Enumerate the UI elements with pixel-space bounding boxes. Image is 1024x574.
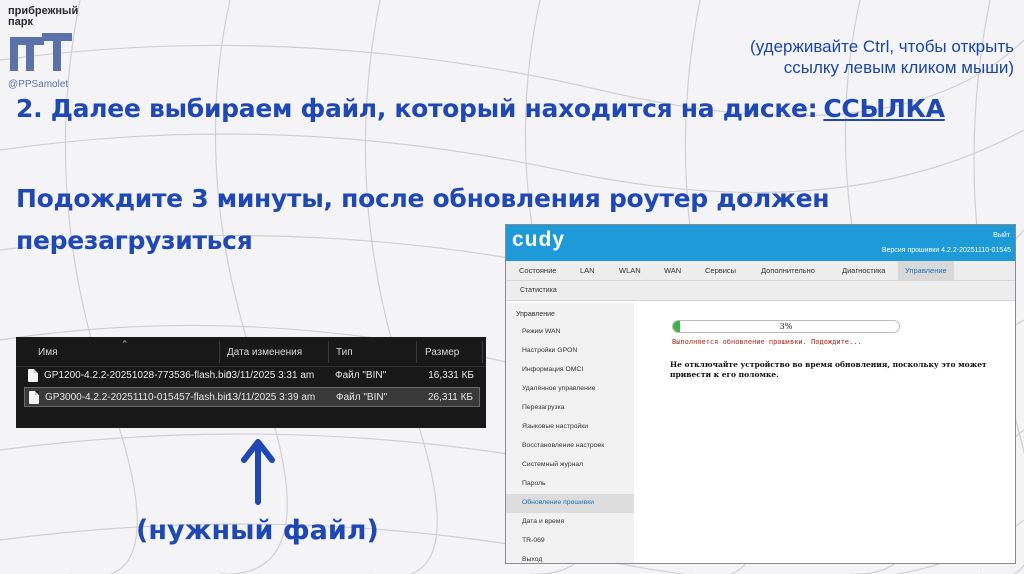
firmware-version: Версия прошивки 4.2.2-20251110-01545	[881, 247, 1011, 254]
wait-heading-line1: Подождите 3 минуты, после обновления роу…	[16, 184, 830, 213]
router-top-bar: cudy Выйт Версия прошивки 4.2.2-20251110…	[506, 225, 1015, 261]
tab-advanced[interactable]: Дополнительно	[761, 261, 815, 281]
logo-text-line2: парк	[8, 16, 33, 28]
up-arrow-icon	[241, 439, 275, 505]
router-subtabs: Статистика	[506, 281, 1015, 301]
sidebar-item-gpon[interactable]: Настройки GPON	[506, 342, 634, 361]
column-divider[interactable]	[219, 341, 220, 363]
logo-handle: @PPSamolet	[8, 79, 69, 90]
sidebar-item-language[interactable]: Языковые настройки	[506, 418, 634, 437]
firmware-progress-bar: 3%	[672, 320, 900, 333]
column-divider[interactable]	[482, 341, 483, 363]
router-sidebar: Управление Режим WAN Настройки GPON Инфо…	[506, 303, 634, 563]
column-date[interactable]: Дата изменения	[227, 347, 302, 358]
sidebar-item-label: Перезагрузка	[522, 404, 565, 411]
upgrade-warning: Не отключайте устройство во время обновл…	[670, 360, 987, 379]
file-type: Файл "BIN"	[335, 370, 387, 381]
sidebar-item-label: Выход	[522, 556, 543, 563]
router-main-tabs: Состояние LAN WLAN WAN Сервисы Дополните…	[506, 261, 1015, 281]
download-link[interactable]: ССЫЛКА	[823, 94, 945, 123]
file-date: 03/11/2025 3:31 am	[226, 370, 315, 381]
sidebar-title: Управление	[516, 311, 555, 318]
sidebar-item-remote[interactable]: Удалённое управление	[506, 380, 634, 399]
router-admin-screenshot: cudy Выйт Версия прошивки 4.2.2-20251110…	[505, 224, 1016, 564]
file-name: GP3000-4.2.2-20251110-015457-flash.bin	[45, 392, 231, 403]
logout-link[interactable]: Выйт	[993, 232, 1010, 239]
sidebar-item-label: Пароль	[522, 480, 546, 487]
file-size: 26,311 КБ	[427, 392, 473, 403]
tab-wlan[interactable]: WLAN	[619, 261, 641, 281]
sidebar-item-label: Режим WAN	[522, 328, 561, 335]
sidebar-item-label: Информация OMCI	[522, 366, 584, 373]
ctrl-click-hint: (удерживайте Ctrl, чтобы открыть ссылку …	[694, 36, 1014, 78]
column-size[interactable]: Размер	[425, 347, 459, 358]
file-explorer: ⌃ Имя Дата изменения Тип Размер GP1200-4…	[16, 337, 486, 428]
hint-line1: (удерживайте Ctrl, чтобы открыть	[750, 37, 1014, 56]
sidebar-item-firmware[interactable]: Обновление прошивки	[506, 494, 634, 513]
cudy-logo: cudy	[512, 228, 566, 251]
sidebar-item-tr069[interactable]: TR-069	[506, 532, 634, 551]
step-heading: 2. Далее выбираем файл, который находитс…	[16, 94, 945, 123]
tab-services[interactable]: Сервисы	[705, 261, 736, 281]
column-type[interactable]: Тип	[336, 347, 353, 358]
sidebar-item-label: Настройки GPON	[522, 347, 578, 354]
tab-lan[interactable]: LAN	[580, 261, 595, 281]
column-name[interactable]: Имя	[38, 347, 57, 358]
sidebar-item-omci[interactable]: Информация OMCI	[506, 361, 634, 380]
progress-percent: 3%	[779, 322, 793, 331]
hint-line2: ссылку левым кликом мыши)	[783, 58, 1014, 77]
router-main-panel: 3% Выполняется обновление прошивки. Подо…	[634, 303, 1015, 563]
file-row[interactable]: GP1200-4.2.2-20251028-773536-flash.bin 0…	[24, 366, 480, 386]
sort-chevron-icon: ⌃	[121, 339, 129, 349]
sidebar-item-label: Системный журнал	[522, 461, 584, 468]
upgrade-status: Выполняется обновление прошивки. Подожди…	[672, 338, 862, 346]
sidebar-item-label: Восстановление настроек	[522, 442, 605, 449]
file-icon	[29, 391, 39, 404]
brand-mark-icon	[10, 33, 72, 71]
tab-status[interactable]: Состояние	[519, 261, 556, 281]
subtab-statistics[interactable]: Статистика	[520, 287, 557, 294]
needed-file-caption: (нужный файл)	[136, 515, 379, 546]
step-heading-text: 2. Далее выбираем файл, который находитс…	[16, 94, 818, 123]
tab-diagnostics[interactable]: Диагностика	[842, 261, 885, 281]
sidebar-item-wan-mode[interactable]: Режим WAN	[506, 323, 634, 342]
sidebar-item-reboot[interactable]: Перезагрузка	[506, 399, 634, 418]
sidebar-item-label: Дата и время	[522, 518, 565, 525]
tab-management[interactable]: Управление	[898, 261, 954, 281]
file-row-selected[interactable]: GP3000-4.2.2-20251110-015457-flash.bin 1…	[24, 387, 480, 407]
file-date: 13/11/2025 3:39 am	[227, 392, 316, 403]
file-size: 16,331 КБ	[428, 370, 474, 381]
sidebar-item-label: Языковые настройки	[522, 423, 589, 430]
sidebar-item-datetime[interactable]: Дата и время	[506, 513, 634, 532]
sidebar-item-label: Обновление прошивки	[522, 499, 595, 506]
file-type: Файл "BIN"	[336, 392, 388, 403]
sidebar-item-logout[interactable]: Выход	[506, 551, 634, 563]
column-divider[interactable]	[416, 341, 417, 363]
sidebar-item-password[interactable]: Пароль	[506, 475, 634, 494]
brand-logo: прибрежный парк @PPSamolet	[8, 6, 88, 91]
sidebar-item-restore[interactable]: Восстановление настроек	[506, 437, 634, 456]
sidebar-item-label: TR-069	[522, 537, 545, 544]
column-divider[interactable]	[328, 341, 329, 363]
sidebar-item-label: Удалённое управление	[522, 385, 596, 392]
tab-wan[interactable]: WAN	[664, 261, 681, 281]
file-icon	[28, 369, 38, 382]
explorer-header: ⌃ Имя Дата изменения Тип Размер	[16, 337, 486, 367]
sidebar-item-syslog[interactable]: Системный журнал	[506, 456, 634, 475]
file-name: GP1200-4.2.2-20251028-773536-flash.bin	[44, 370, 232, 381]
